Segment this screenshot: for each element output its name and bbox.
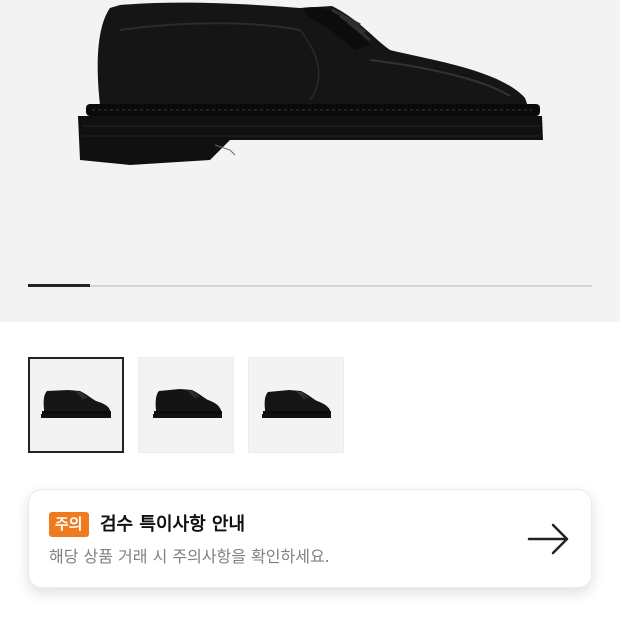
carousel-progress-track [28, 284, 592, 287]
shoe-thumbnail-3 [262, 390, 331, 418]
thumbnail-2[interactable] [138, 357, 234, 453]
arrow-right-icon[interactable] [527, 523, 571, 555]
notice-subtitle: 해당 상품 거래 시 주의사항을 확인하세요. [49, 547, 330, 566]
black-derby-shoe-image [78, 2, 543, 165]
thumbnail-strip [28, 357, 344, 453]
thumbnail-3[interactable] [248, 357, 344, 453]
thumbnail-1[interactable] [28, 357, 124, 453]
product-image-carousel[interactable] [0, 0, 620, 322]
notice-title: 검수 특이사항 안내 [100, 514, 246, 535]
carousel-progress-fill [28, 284, 91, 287]
shoe-thumbnail-2 [153, 389, 222, 418]
shoe-thumbnail-1 [41, 390, 111, 418]
caution-badge: 주의 [49, 512, 89, 537]
inspection-notice-card[interactable]: 주의 검수 특이사항 안내 해당 상품 거래 시 주의사항을 확인하세요. [28, 489, 592, 588]
